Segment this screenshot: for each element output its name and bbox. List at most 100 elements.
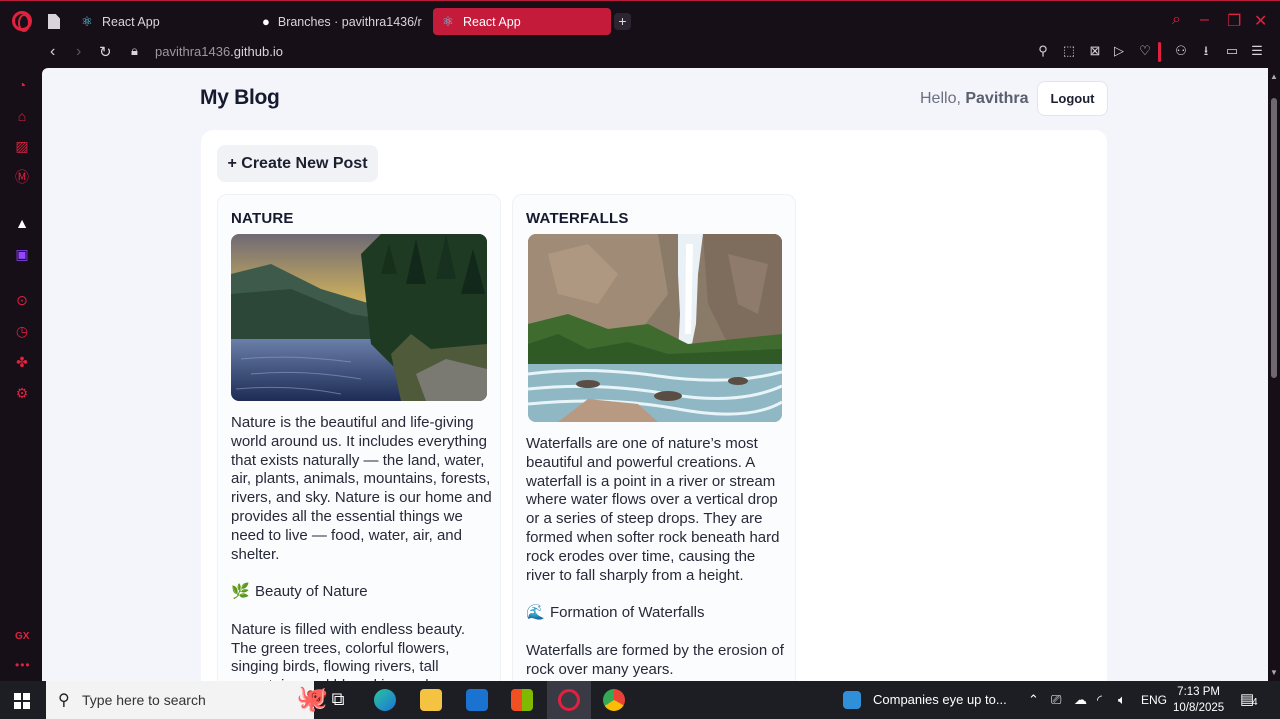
- restore-icon[interactable]: ❐: [1227, 11, 1241, 31]
- edge-icon[interactable]: [374, 689, 396, 711]
- tab-label: React App: [102, 14, 160, 29]
- post-body: Waterfalls are one of nature’s most beau…: [526, 435, 788, 681]
- speed-dial-icon[interactable]: ◔: [14, 77, 30, 93]
- user-name: Pavithra: [965, 90, 1029, 107]
- history-icon[interactable]: ◷: [14, 323, 30, 339]
- post-subheading: 🌊 Formation of Waterfalls: [526, 604, 788, 623]
- close-icon[interactable]: ✕: [1254, 11, 1267, 31]
- post-card-nature[interactable]: NATURE Nature is the beautiful and life-…: [217, 194, 501, 681]
- profile-icon[interactable]: ⚇: [1174, 44, 1188, 58]
- search-icon: ⚲: [58, 692, 70, 709]
- twitch-icon[interactable]: ▣: [14, 246, 30, 262]
- waterfall-image: [528, 234, 782, 422]
- download-icon[interactable]: ⭳: [1199, 44, 1213, 58]
- gx-logo[interactable]: GX: [15, 631, 29, 642]
- greeting-text: Hello,: [920, 90, 961, 107]
- opera-logo[interactable]: [12, 11, 32, 32]
- onedrive-icon[interactable]: ☁: [1074, 692, 1087, 708]
- octopus-icon: 🐙: [296, 683, 329, 713]
- battery-icon[interactable]: ▭: [1225, 44, 1239, 58]
- extensions-icon[interactable]: ✤: [14, 354, 30, 370]
- player-icon[interactable]: ▷: [1112, 44, 1126, 58]
- tab-label: Branches · pavithra1436/r: [277, 14, 422, 29]
- scroll-up-icon[interactable]: ▲: [1270, 72, 1278, 81]
- new-tab-button[interactable]: +: [614, 13, 631, 30]
- post-title: NATURE: [231, 210, 294, 227]
- meet-icon[interactable]: ⎚: [1051, 692, 1061, 708]
- minimize-icon[interactable]: –: [1200, 11, 1209, 29]
- tab-label: React App: [463, 14, 521, 29]
- aria-icon[interactable]: ▲: [14, 215, 30, 231]
- post-card-waterfalls[interactable]: WATERFALLS Waterfalls are one of nature’…: [512, 194, 796, 681]
- subheading-text: Beauty of Nature: [255, 583, 368, 601]
- user-greeting: Hello, Pavithra: [920, 90, 1029, 108]
- opera-gx-taskbar-button[interactable]: [547, 681, 591, 719]
- mail-icon[interactable]: Ⓜ: [14, 169, 30, 185]
- snapshot-icon[interactable]: ⬚: [1062, 44, 1076, 58]
- url-host: pavithra1436: [155, 44, 231, 59]
- post-subheading: 🌿 Beauty of Nature: [231, 583, 493, 602]
- tab-github-branches[interactable]: ● Branches · pavithra1436/r: [254, 8, 424, 35]
- more-icon[interactable]: •••: [15, 658, 31, 672]
- forward-icon[interactable]: ›: [76, 43, 81, 61]
- create-post-button[interactable]: + Create New Post: [217, 145, 378, 182]
- post-paragraph: Nature is the beautiful and life-giving …: [231, 414, 492, 563]
- react-icon: ⚛: [81, 13, 93, 29]
- wifi-icon[interactable]: ◜: [1097, 692, 1102, 708]
- post-paragraph: Waterfalls are one of nature’s most beau…: [526, 435, 780, 584]
- post-paragraph: Nature is filled with endless beauty. Th…: [231, 620, 466, 681]
- browser-sidebar: ◔ ⌂ ▨ Ⓜ ▲ ▣ ⊙ ◷ ✤ ⚙: [0, 68, 42, 681]
- adblock-icon[interactable]: ⊠: [1088, 44, 1102, 58]
- player-sidebar-icon[interactable]: ⊙: [14, 292, 30, 308]
- windows-taskbar: ⚲ Type here to search 🐙 ⧉ Companies eye …: [0, 681, 1280, 719]
- taskbar-search[interactable]: ⚲ Type here to search 🐙: [46, 681, 328, 719]
- scrollbar-thumb[interactable]: [1271, 98, 1277, 378]
- post-body: Nature is the beautiful and life-giving …: [231, 414, 493, 681]
- clock-time: 7:13 PM: [1177, 686, 1220, 698]
- posts-panel: + Create New Post NATURE Nature is the b…: [201, 130, 1107, 681]
- document-icon[interactable]: [48, 14, 60, 29]
- toolbar-separator: [1158, 42, 1161, 62]
- page-viewport: My Blog Hello, Pavithra Logout + Create …: [42, 68, 1268, 681]
- back-icon[interactable]: ‹: [50, 43, 55, 61]
- task-view-icon[interactable]: ⧉: [327, 689, 349, 711]
- tray-chevron-icon[interactable]: ⌃: [1028, 692, 1039, 708]
- control-icon[interactable]: ▨: [14, 138, 30, 154]
- outlook-icon[interactable]: [466, 689, 488, 711]
- post-paragraph: Waterfalls are formed by the erosion of …: [526, 641, 784, 678]
- chrome-icon[interactable]: [603, 689, 625, 711]
- news-headline[interactable]: Companies eye up to...: [873, 692, 1007, 707]
- windows-start-icon[interactable]: [14, 693, 30, 709]
- url-domain: .github.io: [230, 44, 283, 59]
- opera-gx-icon: [558, 689, 580, 711]
- settings-icon[interactable]: ⚙: [14, 385, 30, 401]
- heart-icon[interactable]: ♡: [1138, 44, 1152, 58]
- pin-icon[interactable]: ⚲: [1036, 44, 1050, 58]
- logout-button[interactable]: Logout: [1037, 81, 1108, 116]
- url-field[interactable]: pavithra1436.github.io: [155, 44, 283, 59]
- menu-icon[interactable]: ☰: [1250, 44, 1264, 58]
- tab-bar: ⚛ React App ● Branches · pavithra1436/r …: [0, 0, 1280, 40]
- shopping-icon[interactable]: ⌂: [14, 108, 30, 124]
- volume-icon[interactable]: 🔈︎: [1118, 692, 1126, 708]
- wave-icon: 🌊: [526, 604, 545, 622]
- search-icon[interactable]: ⌕: [1172, 11, 1181, 29]
- language-indicator[interactable]: ENG: [1141, 693, 1167, 707]
- clock-date: 10/8/2025: [1173, 702, 1225, 714]
- reload-icon[interactable]: ↻: [99, 43, 112, 61]
- news-icon[interactable]: [843, 691, 861, 709]
- subheading-text: Formation of Waterfalls: [550, 604, 705, 622]
- search-placeholder: Type here to search: [82, 692, 206, 708]
- scroll-down-icon[interactable]: ▼: [1270, 668, 1278, 677]
- tab-react-app-1[interactable]: ⚛ React App: [72, 8, 247, 35]
- site-title: My Blog: [200, 86, 280, 109]
- github-icon: ●: [262, 14, 270, 29]
- tab-react-app-active[interactable]: ⚛ React App: [433, 8, 611, 35]
- react-icon: ⚛: [442, 13, 454, 29]
- nature-lake-image: [231, 234, 487, 401]
- store-icon[interactable]: [511, 689, 533, 711]
- taskbar-clock[interactable]: 7:13 PM 10/8/2025: [1173, 684, 1224, 716]
- file-explorer-icon[interactable]: [420, 689, 442, 711]
- lock-icon[interactable]: 🔒︎: [131, 43, 138, 59]
- page-scrollbar[interactable]: ▲ ▼: [1268, 68, 1280, 681]
